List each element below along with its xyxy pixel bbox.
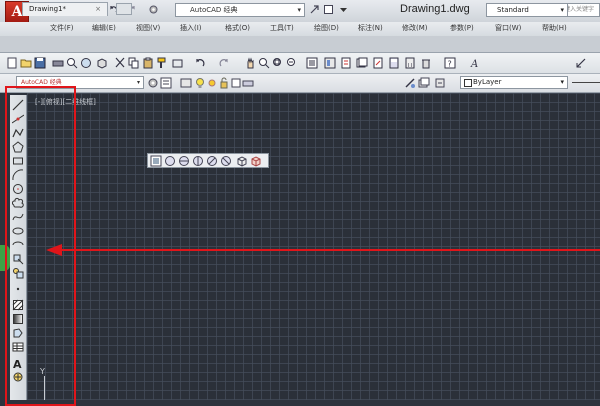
chevron-down-icon: ▾	[560, 78, 564, 86]
chevron-down-icon: ▾	[560, 6, 564, 14]
menu-modify[interactable]: 修改(M)	[402, 23, 428, 33]
plot-icon[interactable]	[323, 4, 334, 15]
publish-icon[interactable]	[80, 57, 92, 69]
cut-icon[interactable]	[114, 57, 126, 69]
close-icon[interactable]: ×	[95, 3, 101, 15]
layer-lock-icon[interactable]	[218, 77, 230, 89]
layer-state-icon[interactable]	[180, 77, 192, 89]
svg-text:A: A	[470, 59, 478, 69]
layer-properties-icon[interactable]	[160, 77, 172, 89]
menu-window[interactable]: 窗口(W)	[495, 23, 521, 33]
new-icon[interactable]	[6, 57, 18, 69]
annotation-arrow	[46, 244, 600, 256]
design-center-icon[interactable]	[324, 57, 336, 69]
svg-text:?: ?	[448, 60, 452, 69]
undo-icon[interactable]	[194, 57, 206, 69]
layer-value: AutoCAD 经典	[21, 79, 62, 86]
menu-file[interactable]: 文件(F)	[50, 23, 74, 33]
3d-dwf-icon[interactable]	[96, 57, 108, 69]
standard-toolbar: ? A	[0, 53, 600, 74]
dimension-style-icon[interactable]	[575, 57, 587, 69]
open-icon[interactable]	[20, 57, 32, 69]
markup-set-icon[interactable]	[372, 57, 384, 69]
chevron-down-icon: ▾	[297, 6, 301, 14]
menu-draw[interactable]: 绘图(D)	[314, 23, 339, 33]
calculator-icon[interactable]	[404, 57, 416, 69]
layer-on-bulb-icon[interactable]	[194, 77, 206, 89]
view-bottom-icon[interactable]	[164, 155, 176, 167]
linetype-preview	[572, 82, 600, 83]
make-current-icon[interactable]	[404, 77, 416, 89]
color-value: ByLayer	[473, 78, 502, 86]
menu-parametric[interactable]: 参数(P)	[450, 23, 474, 33]
zoom-previous-icon[interactable]	[286, 57, 298, 69]
view-back-icon[interactable]	[220, 155, 232, 167]
tab-label: Drawing1*	[29, 5, 67, 13]
file-tab-bar	[0, 36, 600, 53]
zoom-window-icon[interactable]	[272, 57, 284, 69]
trash-icon[interactable]	[420, 57, 432, 69]
menu-tools[interactable]: 工具(T)	[270, 23, 294, 33]
zoom-realtime-icon[interactable]	[258, 57, 270, 69]
tab-drawing1[interactable]: Drawing1* ×	[22, 2, 108, 16]
new-tab-button[interactable]	[116, 3, 132, 15]
text-style-icon[interactable]: A	[470, 57, 482, 69]
drawing-title: Drawing1.dwg	[400, 3, 470, 15]
paste-icon[interactable]	[142, 57, 154, 69]
view-left-icon[interactable]	[178, 155, 190, 167]
block-editor-icon[interactable]	[172, 57, 184, 69]
plot-icon[interactable]	[52, 57, 64, 69]
redo-icon[interactable]	[218, 57, 230, 69]
menu-insert[interactable]: 插入(I)	[180, 23, 202, 33]
layer-isolate-icon[interactable]	[434, 77, 446, 89]
workspace-gear-icon[interactable]	[148, 4, 159, 15]
copy-icon[interactable]	[128, 57, 140, 69]
gear-icon[interactable]	[147, 77, 159, 89]
view-se-iso-icon[interactable]	[250, 155, 262, 167]
chevron-down-icon: ▾	[136, 79, 140, 86]
menu-dimension[interactable]: 标注(N)	[358, 23, 383, 33]
layer-plot-icon[interactable]	[242, 77, 254, 89]
help-icon[interactable]: ?	[444, 57, 456, 69]
pan-icon[interactable]	[244, 57, 256, 69]
layer-freeze-sun-icon[interactable]	[206, 77, 218, 89]
match-properties-icon[interactable]	[156, 57, 168, 69]
floating-view-toolbar	[147, 153, 269, 168]
view-top-icon[interactable]	[150, 155, 162, 167]
view-front-icon[interactable]	[206, 155, 218, 167]
plot-preview-icon[interactable]	[66, 57, 78, 69]
quickcalc-icon[interactable]	[388, 57, 400, 69]
view-right-icon[interactable]	[192, 155, 204, 167]
menu-view[interactable]: 视图(V)	[136, 23, 160, 33]
tool-palettes-icon[interactable]	[340, 57, 352, 69]
layer-previous-icon[interactable]	[418, 77, 430, 89]
view-sw-iso-icon[interactable]	[236, 155, 248, 167]
text-style-value: Standard	[497, 6, 529, 14]
quick-access-menu-icon[interactable]	[338, 4, 349, 15]
properties-icon[interactable]	[306, 57, 318, 69]
color-swatch	[464, 79, 472, 87]
menu-edit[interactable]: 编辑(E)	[92, 23, 116, 33]
layer-color-icon[interactable]	[230, 77, 242, 89]
workspace-dropdown[interactable]: AutoCAD 经典 ▾	[175, 3, 305, 17]
text-style-dropdown[interactable]: Standard ▾	[486, 3, 568, 17]
color-dropdown[interactable]: ByLayer ▾	[460, 76, 568, 89]
layers-toolbar: AutoCAD 经典 ▾ ByLayer ▾	[0, 74, 600, 93]
save-icon[interactable]	[34, 57, 46, 69]
share-icon[interactable]	[309, 4, 320, 15]
menu-bar: 文件(F) 编辑(E) 视图(V) 插入(I) 格式(O) 工具(T) 绘图(D…	[0, 22, 600, 37]
menu-format[interactable]: 格式(O)	[225, 23, 250, 33]
sheet-set-icon[interactable]	[356, 57, 368, 69]
menu-help[interactable]: 帮助(H)	[542, 23, 567, 33]
workspace-value: AutoCAD 经典	[190, 6, 238, 14]
